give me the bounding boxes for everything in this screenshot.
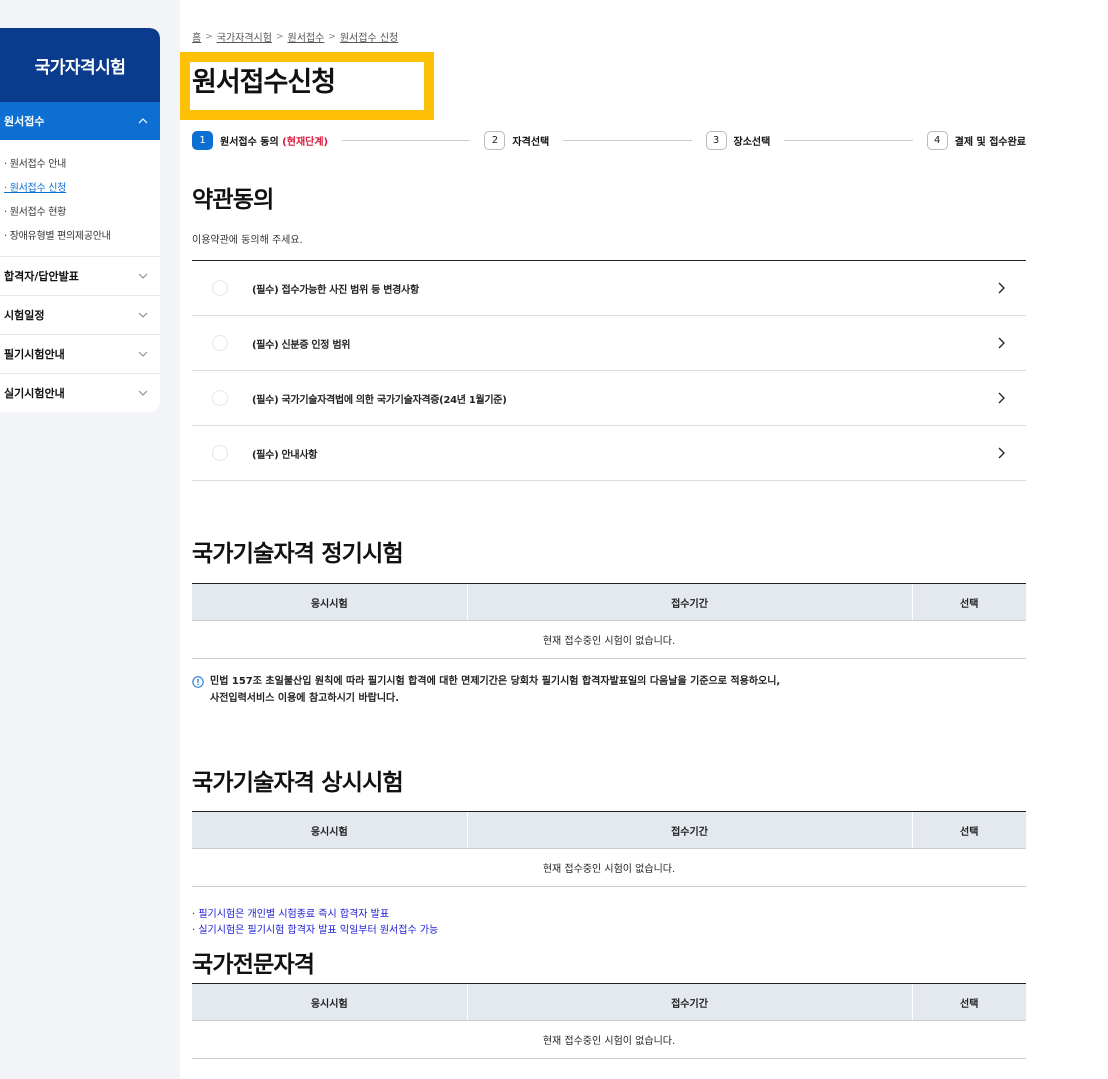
notice-text: 민법 157조 초일불산입 원칙에 따라 필기시험 합격에 대한 면제기간은 당… [210,676,781,704]
term-item[interactable]: (필수) 안내사항 [192,426,1026,481]
chevron-right-icon[interactable] [994,280,1008,296]
sidebar-item-label: 필기시험안내 [4,348,65,361]
empty-message: 현재 접수중인 시험이 없습니다. [192,848,1026,887]
submenu-item-apply[interactable]: · 원서접수 신청 [0,174,160,198]
chevron-down-icon [136,308,150,322]
col-header-period: 접수기간 [466,983,912,1021]
term-label: (필수) 국가기술자격법에 의한 국가기술자격증(24년 1월기준) [252,394,507,406]
step-divider [563,139,692,141]
empty-message: 현재 접수중인 시험이 없습니다. [192,620,1026,659]
terms-description: 이용약관에 동의해 주세요. [192,235,303,246]
regular-exam-table: 응시시험 접수기간 선택 현재 접수중인 시험이 없습니다. [192,583,1026,659]
step-label: 결제 및 접수완료 [954,136,1027,148]
step-number: 1 [192,130,213,150]
table-row: 현재 접수중인 시험이 없습니다. [192,848,1026,887]
sidebar-item-application[interactable]: 원서접수 [0,102,160,140]
step-3: 3 장소선택 [705,130,771,150]
term-item[interactable]: (필수) 신분증 인정 범위 [192,316,1026,371]
col-header-period: 접수기간 [466,583,912,621]
step-divider [784,139,913,141]
chevron-right-icon[interactable] [994,445,1008,461]
term-radio[interactable] [212,445,228,461]
chevron-down-icon [136,386,150,400]
professional-table: 응시시험 접수기간 선택 현재 접수중인 시험이 없습니다. [192,983,1026,1059]
chevron-right-icon: > [275,31,284,42]
term-label: (필수) 접수가능한 사진 범위 등 변경사항 [252,284,419,296]
sidebar-item-label: 합격자/답안발표 [4,270,79,283]
terms-list: (필수) 접수가능한 사진 범위 등 변경사항 (필수) 신분증 인정 범위 (… [192,260,1026,481]
terms-heading: 약관동의 [192,187,274,213]
submenu-item-status[interactable]: · 원서접수 현황 [0,198,160,222]
sidebar-item-label: 시험일정 [4,309,45,322]
breadcrumb: 홈 > 국가자격시험 > 원서접수 > 원서접수 신청 [192,29,398,45]
chevron-right-icon: > [205,31,213,42]
sidebar-item-written-exam[interactable]: 필기시험안내 [0,334,160,373]
step-number: 4 [926,130,948,150]
sidebar-item-schedule[interactable]: 시험일정 [0,295,160,334]
page-title: 원서접수신청 [192,67,336,98]
step-label: 장소선택 [733,136,771,148]
sidebar: 국가자격시험 원서접수 · 원서접수 안내 · 원서접수 신청 · 원서접수 현… [0,28,160,412]
sidebar-item-label: 원서접수 [4,115,45,128]
breadcrumb-national-exam[interactable]: 국가자격시험 [217,29,272,44]
chevron-right-icon[interactable] [994,335,1008,351]
table-row: 현재 접수중인 시험이 없습니다. [192,620,1026,659]
table-row: 현재 접수중인 시험이 없습니다. [192,1020,1026,1059]
term-radio[interactable] [212,335,228,351]
col-header-period: 접수기간 [466,811,912,849]
term-label: (필수) 안내사항 [252,449,318,461]
sidebar-submenu: · 원서접수 안내 · 원서접수 신청 · 원서접수 현황 · 장애유형별 편의… [0,140,160,256]
submenu-item-accessibility[interactable]: · 장애유형별 편의제공안내 [0,222,160,246]
ondemand-exam-table: 응시시험 접수기간 선택 현재 접수중인 시험이 없습니다. [192,811,1026,887]
sidebar-title[interactable]: 국가자격시험 [0,28,160,102]
professional-heading: 국가전문자격 [192,952,315,978]
term-item[interactable]: (필수) 국가기술자격법에 의한 국가기술자격증(24년 1월기준) [192,371,1026,426]
ondemand-notes: · 필기시험은 개인별 시험종료 즉시 합격자 발표 · 실기시험은 필기시험 … [192,907,438,939]
sidebar-item-label: 실기시험안내 [4,387,65,400]
breadcrumb-application[interactable]: 원서접수 [288,29,325,44]
col-header-exam: 응시시험 [192,583,467,621]
chevron-down-icon [136,347,150,361]
breadcrumb-home[interactable]: 홈 [192,29,201,44]
chevron-right-icon[interactable] [994,390,1008,406]
term-item[interactable]: (필수) 접수가능한 사진 범위 등 변경사항 [192,261,1026,316]
col-header-exam: 응시시험 [192,983,467,1021]
empty-message: 현재 접수중인 시험이 없습니다. [192,1020,1026,1059]
info-icon [192,676,204,688]
breadcrumb-apply[interactable]: 원서접수 신청 [340,29,398,44]
sidebar-item-practical-exam[interactable]: 실기시험안내 [0,373,160,412]
step-label: 자격선택 [512,136,550,148]
col-header-exam: 응시시험 [192,811,467,849]
step-1: 1 원서접수 동의 (현재단계) [192,130,329,150]
col-header-select: 선택 [911,583,1026,621]
step-label: 원서접수 동의 (현재단계) [220,136,329,148]
ondemand-exam-heading: 국가기술자격 상시시험 [192,770,404,796]
current-step-badge: (현재단계) [282,136,329,148]
term-label: (필수) 신분증 인정 범위 [252,339,351,351]
col-header-select: 선택 [911,983,1026,1021]
chevron-right-icon: > [328,31,336,42]
term-radio[interactable] [212,390,228,406]
step-2: 2 자격선택 [484,130,550,150]
step-indicator: 1 원서접수 동의 (현재단계) 2 자격선택 3 장소선택 4 결제 및 접수… [192,129,1026,151]
step-4: 4 결제 및 접수완료 [926,130,1027,150]
note-written: · 필기시험은 개인별 시험종료 즉시 합격자 발표 [192,909,390,920]
sidebar-item-results[interactable]: 합격자/답안발표 [0,256,160,295]
step-number: 3 [705,130,727,150]
main-content: 홈 > 국가자격시험 > 원서접수 > 원서접수 신청 원서접수신청 1 원서접… [180,0,1108,1079]
step-divider [342,139,471,141]
chevron-up-icon [136,114,150,128]
submenu-item-guide[interactable]: · 원서접수 안내 [0,150,160,174]
note-practical: · 실기시험은 필기시험 합격자 발표 익일부터 원서접수 가능 [192,925,439,936]
exemption-notice: 민법 157조 초일불산입 원칙에 따라 필기시험 합격에 대한 면제기간은 당… [192,673,1026,707]
chevron-down-icon [136,269,150,283]
term-radio[interactable] [212,280,228,296]
step-number: 2 [484,130,506,150]
regular-exam-heading: 국가기술자격 정기시험 [192,541,404,567]
col-header-select: 선택 [911,811,1026,849]
